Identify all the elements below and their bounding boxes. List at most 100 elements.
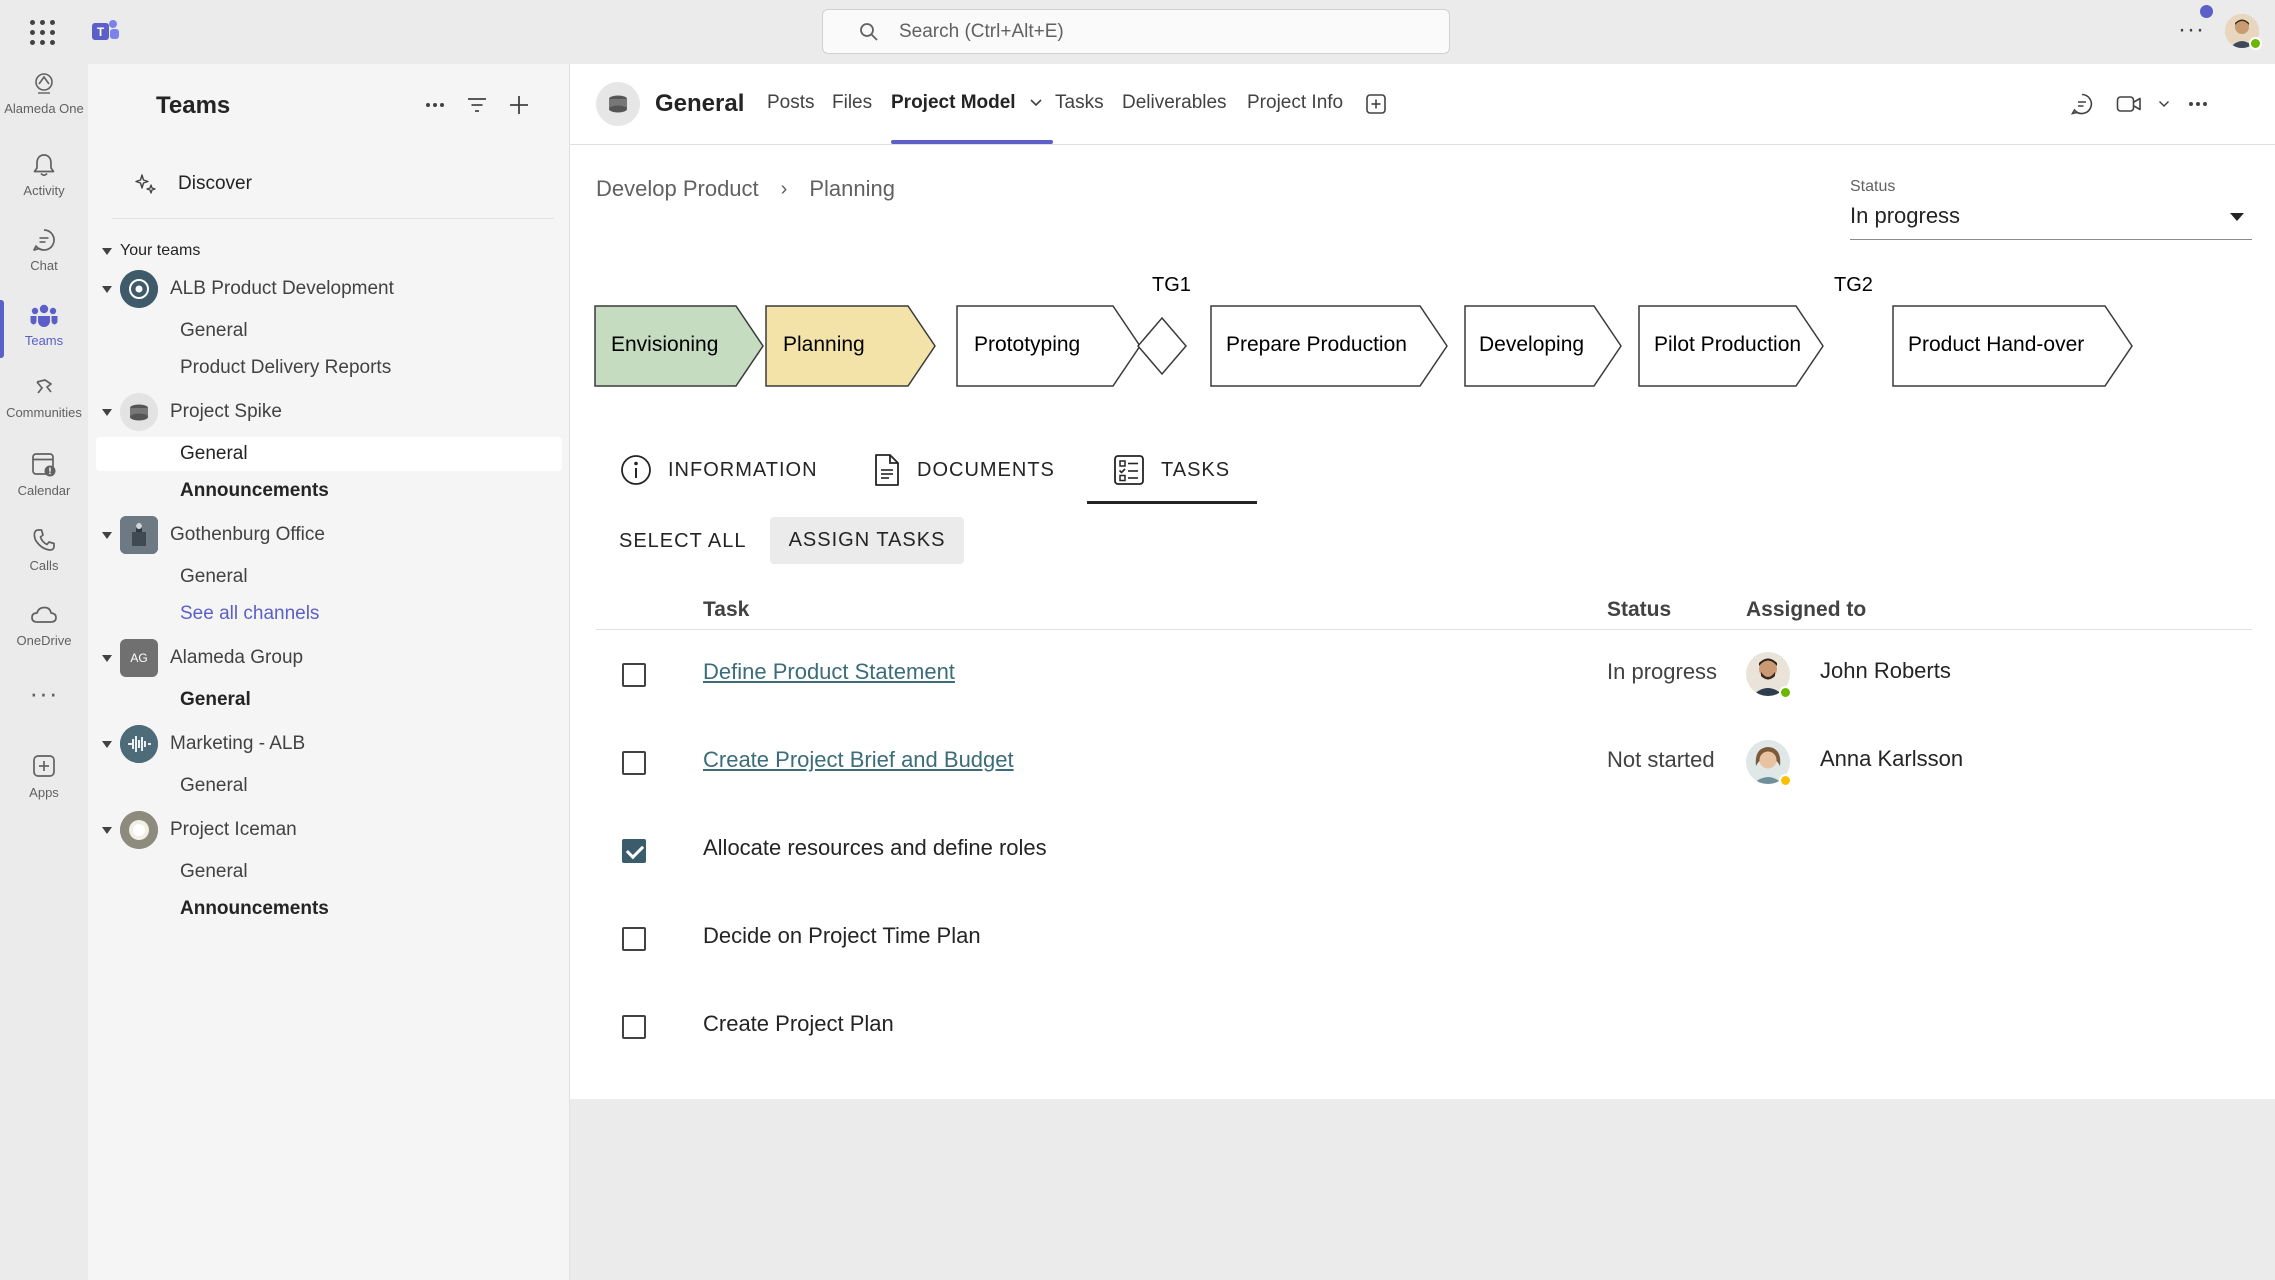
phase-developing[interactable] <box>1464 305 1622 387</box>
task-checkbox[interactable] <box>622 1015 646 1039</box>
more-options-button[interactable]: ··· <box>2178 16 2205 44</box>
channel-general[interactable]: General <box>96 683 562 717</box>
task-checkbox[interactable] <box>622 927 646 951</box>
rail-label: Alameda One <box>4 101 84 116</box>
breadcrumb-item[interactable]: Develop Product <box>596 176 759 202</box>
active-tab-indicator <box>891 140 1053 144</box>
task-checkbox[interactable] <box>622 663 646 687</box>
video-call-icon[interactable] <box>2116 94 2142 114</box>
team-alb-product-development[interactable]: ALB Product Development <box>88 269 570 309</box>
team-project-spike[interactable]: Project Spike <box>88 392 570 432</box>
conversation-icon[interactable] <box>2070 92 2094 116</box>
divider <box>112 218 554 219</box>
tab-files[interactable]: Files <box>832 92 872 114</box>
channel-title: General <box>655 90 745 117</box>
app-launcher-icon[interactable] <box>30 20 56 46</box>
your-teams-header[interactable]: Your teams <box>102 242 200 260</box>
channel-name: General <box>180 775 248 796</box>
select-all-button[interactable]: SELECT ALL <box>619 518 746 564</box>
column-header-assigned[interactable]: Assigned to <box>1746 598 1866 622</box>
notification-dot <box>2200 5 2213 18</box>
team-alameda-group[interactable]: AG Alameda Group <box>88 638 570 678</box>
tab-posts[interactable]: Posts <box>767 92 815 114</box>
active-subtab-indicator <box>1087 501 1257 504</box>
subtab-information[interactable]: INFORMATION <box>620 449 818 491</box>
rail-item-activity[interactable]: Activity <box>0 144 88 214</box>
phase-planning[interactable] <box>765 305 936 387</box>
phase-prototyping[interactable] <box>956 305 1141 387</box>
teams-panel: Teams Discover Your teams ALB Product De… <box>88 64 570 1280</box>
tab-deliverables[interactable]: Deliverables <box>1122 92 1227 114</box>
teams-icon <box>30 304 58 327</box>
see-all-channels-link[interactable]: See all channels <box>96 597 562 631</box>
channel-general[interactable]: General <box>96 769 562 803</box>
rail-item-calls[interactable]: Calls <box>0 519 88 589</box>
subtab-tasks[interactable]: TASKS <box>1113 449 1230 491</box>
phase-product-hand-over[interactable] <box>1892 305 2133 387</box>
column-header-task[interactable]: Task <box>703 598 749 622</box>
more-options-icon[interactable] <box>2188 101 2208 107</box>
channel-general[interactable]: General <box>96 314 562 348</box>
chevron-down-icon[interactable] <box>2158 100 2170 108</box>
channel-avatar <box>596 82 640 126</box>
channel-header: General Posts Files Project Model Tasks … <box>570 64 2275 145</box>
team-name: Project Iceman <box>170 819 297 840</box>
table-row: Create Project Plan <box>596 982 2252 1070</box>
rail-item-calendar[interactable]: Calendar <box>0 442 88 512</box>
rail-item-onedrive[interactable]: OneDrive <box>0 594 88 664</box>
rail-item-teams[interactable]: Teams <box>0 294 88 364</box>
chevron-down-icon <box>102 247 112 255</box>
bell-icon <box>33 154 55 177</box>
channel-announcements[interactable]: Announcements <box>96 892 562 926</box>
channel-general[interactable]: General <box>96 560 562 594</box>
calendar-icon <box>32 453 56 477</box>
discover-button[interactable]: Discover <box>134 172 252 196</box>
tab-label: Project Model <box>891 92 1016 113</box>
channel-announcements[interactable]: Announcements <box>96 474 562 508</box>
tab-project-model[interactable]: Project Model <box>891 92 1043 114</box>
rail-item-alameda-one[interactable]: Alameda One <box>0 64 88 134</box>
channel-product-delivery-reports[interactable]: Product Delivery Reports <box>96 351 562 385</box>
phase-prepare-production[interactable] <box>1210 305 1448 387</box>
add-team-icon[interactable] <box>504 90 534 120</box>
more-apps-icon[interactable]: ··· <box>0 678 88 709</box>
tab-tasks[interactable]: Tasks <box>1055 92 1104 114</box>
more-options-icon[interactable] <box>420 90 450 120</box>
rail-item-communities[interactable]: Communities <box>0 366 88 436</box>
chevron-down-icon <box>102 285 112 293</box>
phase-pilot-production[interactable] <box>1638 305 1824 387</box>
task-list-icon <box>1114 455 1144 485</box>
search-input[interactable]: Search (Ctrl+Alt+E) <box>822 9 1450 54</box>
team-avatar: AG <box>120 639 158 677</box>
status-dropdown[interactable]: In progress <box>1850 200 2252 240</box>
task-link[interactable]: Create Project Brief and Budget <box>703 747 1014 773</box>
presence-available-icon <box>1779 686 1792 699</box>
assign-tasks-button[interactable]: ASSIGN TASKS <box>770 517 964 564</box>
task-name: Allocate resources and define roles <box>703 835 1047 860</box>
sparkle-icon <box>135 174 156 194</box>
rail-label: Teams <box>24 333 64 348</box>
subtab-label: DOCUMENTS <box>917 458 1055 481</box>
rail-label: Apps <box>29 785 59 800</box>
breadcrumb: Develop Product › Planning <box>596 176 895 202</box>
team-project-iceman[interactable]: Project Iceman <box>88 810 570 850</box>
column-header-status[interactable]: Status <box>1607 598 1671 622</box>
rail-item-chat[interactable]: Chat <box>0 219 88 289</box>
gate-label: TG1 <box>1152 274 1191 296</box>
team-marketing-alb[interactable]: Marketing - ALB <box>88 724 570 764</box>
add-tab-icon[interactable] <box>1365 93 1387 115</box>
table-row: Decide on Project Time Plan <box>596 894 2252 982</box>
task-checkbox[interactable] <box>622 751 646 775</box>
filter-icon[interactable] <box>462 90 492 120</box>
task-link[interactable]: Define Product Statement <box>703 659 955 685</box>
phase-envisioning[interactable] <box>594 305 764 387</box>
tab-project-info[interactable]: Project Info <box>1247 92 1343 114</box>
subtab-documents[interactable]: DOCUMENTS <box>873 449 1055 491</box>
channel-general[interactable]: General <box>96 437 562 471</box>
team-name: Project Spike <box>170 401 282 422</box>
rail-item-apps[interactable]: Apps <box>0 744 88 814</box>
task-checkbox-checked[interactable] <box>622 839 646 863</box>
channel-general[interactable]: General <box>96 855 562 889</box>
team-name: Alameda Group <box>170 647 304 668</box>
team-gothenburg-office[interactable]: Gothenburg Office <box>88 515 570 555</box>
